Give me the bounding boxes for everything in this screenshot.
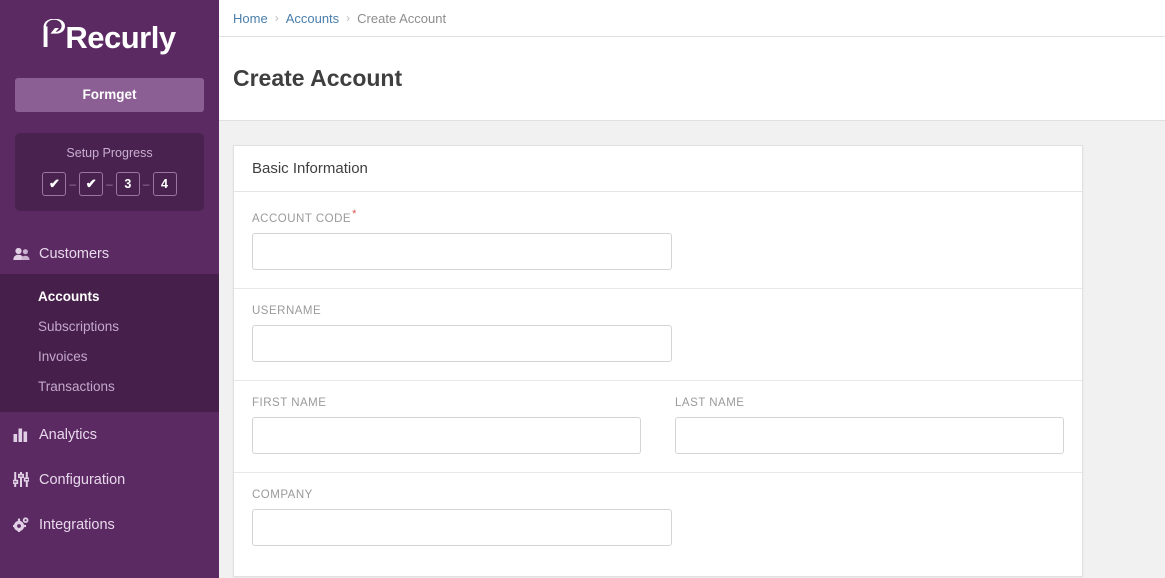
sliders-icon (13, 472, 39, 487)
sidebar-submenu-customers: Accounts Subscriptions Invoices Transact… (0, 274, 219, 412)
field-label-text: ACCOUNT CODE (252, 212, 352, 225)
sidebar-item-invoices[interactable]: Invoices (0, 341, 219, 371)
brand[interactable]: Recurly (0, 0, 219, 70)
field-label-username: USERNAME (252, 304, 322, 317)
breadcrumb-item-create-account: Create Account (357, 10, 447, 26)
field-first-name: FIRST NAME (252, 397, 641, 454)
progress-step-4[interactable]: 4 (152, 172, 177, 196)
sidebar-group-customers[interactable]: Customers (0, 233, 219, 274)
bar-chart-icon (13, 428, 39, 442)
card-title: Basic Information (234, 146, 1082, 192)
brand-name: Recurly (65, 19, 176, 55)
sidebar-group-label: Customers (39, 245, 110, 262)
field-label-account-code: ACCOUNT CODE* (252, 208, 672, 225)
sidebar-item-label: Configuration (39, 471, 126, 488)
field-account-code: ACCOUNT CODE* (252, 208, 672, 270)
first-name-input[interactable] (252, 416, 641, 454)
field-label-company: COMPANY (252, 488, 313, 501)
sidebar-item-label: Analytics (39, 426, 98, 443)
setup-progress-steps: ✔ – ✔ – 3 – 4 (25, 172, 194, 196)
required-marker: * (352, 208, 357, 220)
form-row-account-code: ACCOUNT CODE* (234, 192, 1082, 289)
username-input[interactable] (252, 324, 672, 362)
sidebar-item-configuration[interactable]: Configuration (0, 457, 219, 502)
breadcrumb-separator: › (346, 11, 351, 25)
progress-step-2[interactable]: ✔ (79, 172, 104, 196)
field-last-name: LAST NAME (675, 397, 1064, 454)
sidebar-item-accounts[interactable]: Accounts (0, 281, 219, 311)
last-name-input[interactable] (675, 416, 1064, 454)
recurly-logo-icon (43, 18, 66, 54)
sidebar-item-subscriptions[interactable]: Subscriptions (0, 311, 219, 341)
users-icon (13, 247, 39, 261)
page-body: Basic Information ACCOUNT CODE* USERNAME (219, 121, 1165, 578)
app-root: Recurly Formget Setup Progress ✔ – ✔ – 3… (0, 0, 1165, 578)
sidebar: Recurly Formget Setup Progress ✔ – ✔ – 3… (0, 0, 219, 578)
progress-step-1[interactable]: ✔ (42, 172, 67, 196)
field-label-last-name: LAST NAME (675, 396, 745, 409)
field-company: COMPANY (252, 489, 672, 546)
breadcrumb-item-home[interactable]: Home (233, 11, 268, 26)
setup-progress-title: Setup Progress (66, 146, 153, 160)
sidebar-item-label: Integrations (39, 516, 115, 533)
breadcrumb-item-accounts[interactable]: Accounts (286, 11, 339, 26)
progress-step-3[interactable]: 3 (115, 172, 140, 196)
basic-information-card: Basic Information ACCOUNT CODE* USERNAME (233, 145, 1083, 577)
form-row-name: FIRST NAME LAST NAME (234, 381, 1082, 473)
sidebar-item-analytics[interactable]: Analytics (0, 412, 219, 457)
sidebar-item-transactions[interactable]: Transactions (0, 371, 219, 401)
gears-icon (13, 517, 39, 532)
breadcrumb-separator: › (274, 11, 279, 25)
page-header: Create Account (219, 37, 1165, 121)
form-row-company: COMPANY (234, 473, 1082, 576)
account-code-input[interactable] (252, 232, 672, 270)
field-username: USERNAME (252, 305, 672, 362)
company-input[interactable] (252, 508, 672, 546)
sidebar-nav: Customers Accounts Subscriptions Invoice… (0, 233, 219, 547)
field-label-first-name: FIRST NAME (252, 396, 327, 409)
form-row-username: USERNAME (234, 289, 1082, 381)
progress-separator: – (142, 177, 150, 191)
progress-separator: – (106, 177, 113, 191)
account-button[interactable]: Formget (15, 78, 204, 112)
breadcrumb: Home › Accounts › Create Account (219, 0, 1165, 37)
setup-progress-panel: Setup Progress ✔ – ✔ – 3 – 4 (15, 133, 204, 211)
page-title: Create Account (233, 65, 403, 91)
progress-separator: – (69, 177, 77, 191)
main-content: Home › Accounts › Create Account Create … (219, 0, 1165, 578)
sidebar-item-integrations[interactable]: Integrations (0, 502, 219, 547)
